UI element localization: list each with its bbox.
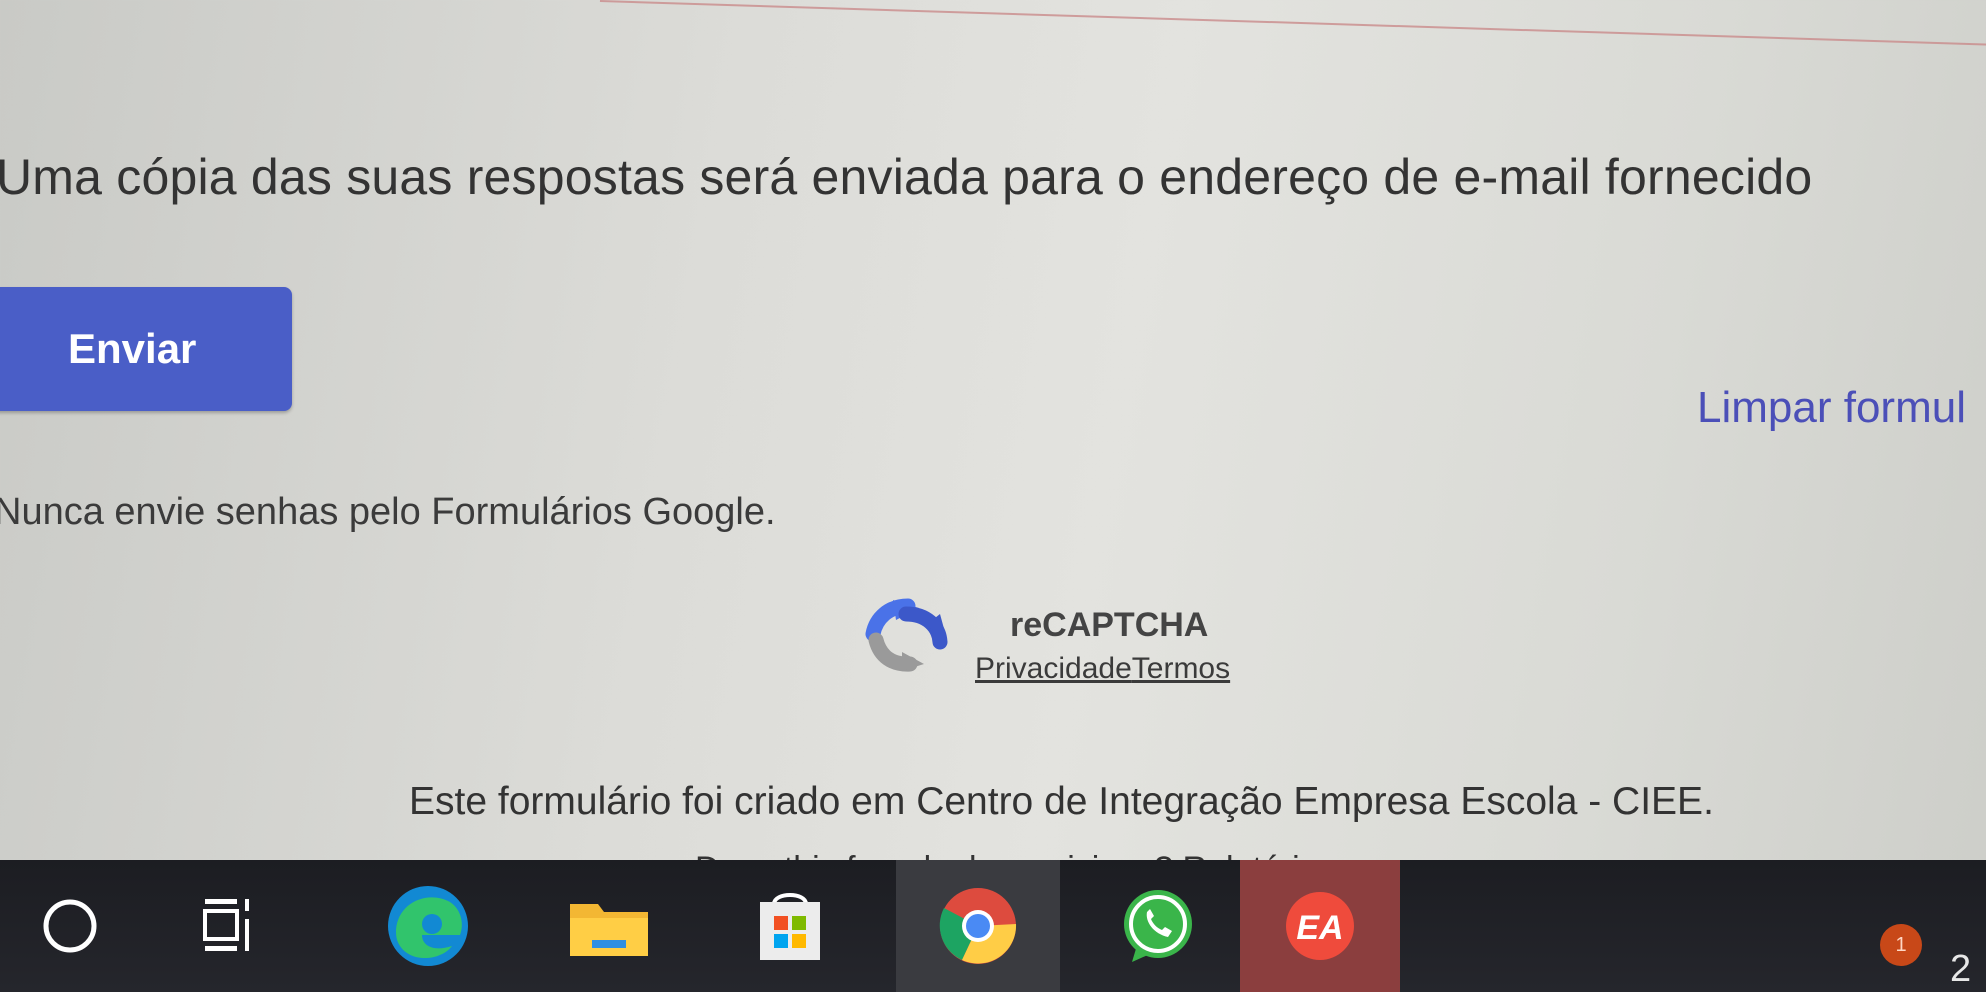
ea-app-icon: EA (1286, 892, 1354, 960)
cortana-search-button[interactable] (0, 860, 140, 992)
chrome-taskbar-button[interactable] (896, 860, 1060, 992)
recaptcha-privacy-link[interactable]: Privacidade (975, 652, 1132, 685)
clear-form-button[interactable]: Limpar formul (1697, 383, 1966, 433)
ea-app-taskbar-button[interactable]: EA (1240, 860, 1400, 992)
form-page: Uma cópia das suas respostas será enviad… (0, 0, 1986, 888)
task-view-button[interactable] (160, 860, 300, 992)
password-warning: Nunca envie senhas pelo Formulários Goog… (0, 491, 776, 533)
file-explorer-taskbar-button[interactable] (539, 860, 679, 992)
recaptcha-title: reCAPTCHA (1010, 606, 1209, 644)
form-owner-notice: Este formulário foi criado em Centro de … (409, 780, 1714, 823)
edge-taskbar-button[interactable] (358, 860, 498, 992)
form-card-top-border (599, 0, 1986, 54)
microsoft-store-taskbar-button[interactable] (720, 860, 860, 992)
recaptcha-links: PrivacidadeTermos (975, 652, 1230, 686)
whatsapp-icon (1124, 890, 1192, 962)
submit-button[interactable]: Enviar (0, 287, 292, 411)
recaptcha-terms-link[interactable]: Termos (1132, 652, 1230, 685)
chrome-icon (939, 888, 1017, 964)
cortana-search-icon (43, 899, 97, 953)
task-view-icon (203, 899, 249, 951)
whatsapp-taskbar-button[interactable] (1078, 860, 1238, 992)
edge-icon (388, 886, 468, 966)
system-clock[interactable]: 2 (1950, 948, 1971, 991)
email-copy-notice: Uma cópia das suas respostas será enviad… (0, 149, 1813, 205)
recaptcha-logo-icon (865, 598, 948, 672)
windows-taskbar: EA 1 2 (0, 860, 1986, 992)
file-explorer-icon (570, 904, 648, 956)
svg-text:EA: EA (1296, 909, 1343, 947)
notification-badge[interactable]: 1 (1880, 924, 1922, 966)
microsoft-store-icon (760, 893, 820, 960)
